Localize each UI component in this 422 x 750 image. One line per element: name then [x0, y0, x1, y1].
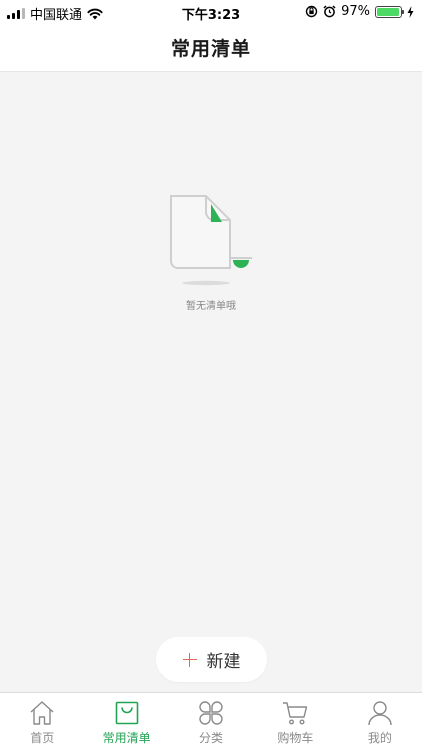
tab-label-category: 分类	[199, 731, 224, 745]
tab-label-profile: 我的	[367, 731, 392, 745]
tab-home[interactable]: 首页	[0, 693, 84, 750]
tab-label-frequent-list: 常用清单	[102, 731, 151, 745]
category-icon	[199, 701, 223, 725]
home-icon	[30, 701, 54, 725]
tab-label-cart: 购物车	[277, 731, 314, 745]
tab-profile[interactable]: 我的	[338, 693, 422, 750]
tab-label-home: 首页	[30, 731, 55, 745]
page-title: 常用清单	[170, 38, 251, 60]
screen: 中国联通 下午3:23 97% 常用清单 暂无清单哦 新建 首页 常用清单 分类…	[0, 0, 422, 750]
empty-document-icon	[170, 195, 252, 286]
shopping-bag-icon	[115, 701, 138, 725]
tab-frequent-list[interactable]: 常用清单	[84, 693, 168, 750]
alarm-icon	[323, 5, 336, 18]
battery-icon	[375, 5, 404, 18]
nav-header: 常用清单	[0, 24, 422, 72]
status-right: 97%	[305, 4, 414, 19]
charging-icon	[407, 5, 414, 18]
new-list-button[interactable]: 新建	[156, 637, 267, 682]
user-icon	[368, 701, 392, 726]
orientation-lock-icon	[305, 5, 318, 18]
cart-icon	[283, 702, 308, 725]
status-bar: 中国联通 下午3:23 97%	[0, 0, 422, 24]
new-button-label: 新建	[206, 652, 241, 672]
empty-state-message: 暂无清单哦	[186, 301, 236, 312]
battery-percent: 97%	[341, 4, 370, 19]
tab-category[interactable]: 分类	[169, 693, 253, 750]
plus-icon	[182, 652, 197, 667]
tab-cart[interactable]: 购物车	[253, 693, 337, 750]
tab-bar: 首页 常用清单 分类 购物车 我的	[0, 692, 422, 750]
